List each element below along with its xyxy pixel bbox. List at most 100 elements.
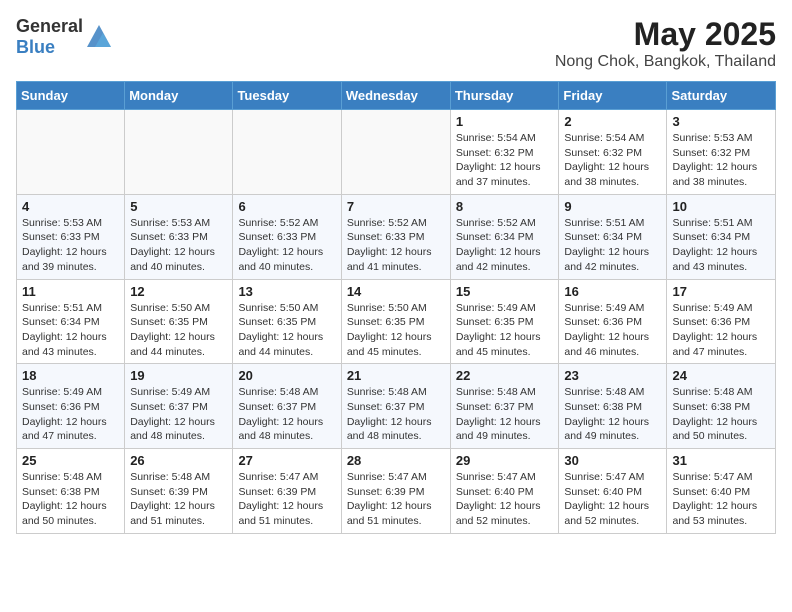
day-cell-15: 15Sunrise: 5:49 AM Sunset: 6:35 PM Dayli… <box>450 279 559 364</box>
day-number-9: 9 <box>564 199 661 214</box>
day-number-11: 11 <box>22 284 119 299</box>
logo-general: General <box>16 16 83 36</box>
day-cell-1: 1 Sunrise: 5:54 AM Sunset: 6:32 PM Daylig… <box>450 110 559 195</box>
week-row-3: 11 Sunrise: 5:51 AM Sunset: 6:34 PM Dayli… <box>17 279 776 364</box>
day-cell-24: 24 Sunrise: 5:48 AM Sunset: 6:38 PM Dayli… <box>667 364 776 449</box>
day-cell-5: 5 Sunrise: 5:53 AM Sunset: 6:33 PM Daylig… <box>125 194 233 279</box>
day-cell-25: 25 Sunrise: 5:48 AM Sunset: 6:38 PM Dayli… <box>17 449 125 534</box>
day-number-7: 7 <box>347 199 445 214</box>
day-info-16: Sunrise: 5:49 AM Sunset: 6:36 PM Dayligh… <box>564 302 649 358</box>
day-cell-7: 7 Sunrise: 5:52 AM Sunset: 6:33 PM Daylig… <box>341 194 450 279</box>
day-cell-11: 11 Sunrise: 5:51 AM Sunset: 6:34 PM Dayli… <box>17 279 125 364</box>
day-number-18: 18 <box>22 368 119 383</box>
day-info-11: Sunrise: 5:51 AM Sunset: 6:34 PM Dayligh… <box>22 302 107 358</box>
day-number-14: 14 <box>347 284 445 299</box>
day-cell-13: 13Sunrise: 5:50 AM Sunset: 6:35 PM Dayli… <box>233 279 341 364</box>
day-number-13: 13 <box>238 284 335 299</box>
weekday-header-monday: Monday <box>125 82 233 110</box>
day-info-7: Sunrise: 5:52 AM Sunset: 6:33 PM Dayligh… <box>347 217 432 273</box>
day-info-23: Sunrise: 5:48 AM Sunset: 6:38 PM Dayligh… <box>564 386 649 442</box>
day-info-15: Sunrise: 5:49 AM Sunset: 6:35 PM Dayligh… <box>456 302 541 358</box>
day-cell-8: 8 Sunrise: 5:52 AM Sunset: 6:34 PM Daylig… <box>450 194 559 279</box>
day-number-16: 16 <box>564 284 661 299</box>
page-title: May 2025 <box>555 16 776 53</box>
day-info-20: Sunrise: 5:48 AM Sunset: 6:37 PM Dayligh… <box>238 386 323 442</box>
day-number-23: 23 <box>564 368 661 383</box>
day-cell-31: 31 Sunrise: 5:47 AM Sunset: 6:40 PM Dayli… <box>667 449 776 534</box>
day-cell-28: 28 Sunrise: 5:47 AM Sunset: 6:39 PM Dayli… <box>341 449 450 534</box>
day-number-19: 19 <box>130 368 227 383</box>
day-info-24: Sunrise: 5:48 AM Sunset: 6:38 PM Dayligh… <box>672 386 757 442</box>
day-info-27: Sunrise: 5:47 AM Sunset: 6:39 PM Dayligh… <box>238 471 323 527</box>
day-info-14: Sunrise: 5:50 AM Sunset: 6:35 PM Dayligh… <box>347 302 432 358</box>
day-number-3: 3 <box>672 114 770 129</box>
day-cell-19: 19 Sunrise: 5:49 AM Sunset: 6:37 PM Dayli… <box>125 364 233 449</box>
day-number-21: 21 <box>347 368 445 383</box>
day-number-5: 5 <box>130 199 227 214</box>
day-cell-23: 23 Sunrise: 5:48 AM Sunset: 6:38 PM Dayli… <box>559 364 667 449</box>
day-info-3: Sunrise: 5:53 AM Sunset: 6:32 PM Dayligh… <box>672 132 757 188</box>
weekday-header-saturday: Saturday <box>667 82 776 110</box>
empty-cell <box>17 110 125 195</box>
week-row-4: 18 Sunrise: 5:49 AM Sunset: 6:36 PM Dayli… <box>17 364 776 449</box>
day-cell-4: 4 Sunrise: 5:53 AM Sunset: 6:33 PM Daylig… <box>17 194 125 279</box>
day-number-4: 4 <box>22 199 119 214</box>
day-cell-2: 2 Sunrise: 5:54 AM Sunset: 6:32 PM Daylig… <box>559 110 667 195</box>
day-number-20: 20 <box>238 368 335 383</box>
day-info-10: Sunrise: 5:51 AM Sunset: 6:34 PM Dayligh… <box>672 217 757 273</box>
title-block: May 2025 Nong Chok, Bangkok, Thailand <box>555 16 776 71</box>
day-number-28: 28 <box>347 453 445 468</box>
day-info-1: Sunrise: 5:54 AM Sunset: 6:32 PM Dayligh… <box>456 132 541 188</box>
day-number-27: 27 <box>238 453 335 468</box>
weekday-header-wednesday: Wednesday <box>341 82 450 110</box>
day-number-8: 8 <box>456 199 554 214</box>
week-row-2: 4 Sunrise: 5:53 AM Sunset: 6:33 PM Daylig… <box>17 194 776 279</box>
day-number-31: 31 <box>672 453 770 468</box>
day-cell-27: 27 Sunrise: 5:47 AM Sunset: 6:39 PM Dayli… <box>233 449 341 534</box>
day-cell-22: 22Sunrise: 5:48 AM Sunset: 6:37 PM Dayli… <box>450 364 559 449</box>
day-number-2: 2 <box>564 114 661 129</box>
day-cell-3: 3 Sunrise: 5:53 AM Sunset: 6:32 PM Daylig… <box>667 110 776 195</box>
week-row-1: 1 Sunrise: 5:54 AM Sunset: 6:32 PM Daylig… <box>17 110 776 195</box>
day-number-12: 12 <box>130 284 227 299</box>
weekday-header-sunday: Sunday <box>17 82 125 110</box>
day-cell-12: 12 Sunrise: 5:50 AM Sunset: 6:35 PM Dayli… <box>125 279 233 364</box>
weekday-header-friday: Friday <box>559 82 667 110</box>
day-info-6: Sunrise: 5:52 AM Sunset: 6:33 PM Dayligh… <box>238 217 323 273</box>
page-header: General Blue May 2025 Nong Chok, Bangkok… <box>16 16 776 71</box>
day-cell-16: 16 Sunrise: 5:49 AM Sunset: 6:36 PM Dayli… <box>559 279 667 364</box>
day-number-29: 29 <box>456 453 554 468</box>
day-info-30: Sunrise: 5:47 AM Sunset: 6:40 PM Dayligh… <box>564 471 649 527</box>
day-number-24: 24 <box>672 368 770 383</box>
day-cell-14: 14 Sunrise: 5:50 AM Sunset: 6:35 PM Dayli… <box>341 279 450 364</box>
day-info-2: Sunrise: 5:54 AM Sunset: 6:32 PM Dayligh… <box>564 132 649 188</box>
day-number-1: 1 <box>456 114 554 129</box>
logo-icon <box>85 23 113 51</box>
day-info-22: Sunrise: 5:48 AM Sunset: 6:37 PM Dayligh… <box>456 386 541 442</box>
day-number-25: 25 <box>22 453 119 468</box>
day-info-17: Sunrise: 5:49 AM Sunset: 6:36 PM Dayligh… <box>672 302 757 358</box>
weekday-header-row: SundayMondayTuesdayWednesdayThursdayFrid… <box>17 82 776 110</box>
day-info-19: Sunrise: 5:49 AM Sunset: 6:37 PM Dayligh… <box>130 386 215 442</box>
day-cell-17: 17 Sunrise: 5:49 AM Sunset: 6:36 PM Dayli… <box>667 279 776 364</box>
day-info-21: Sunrise: 5:48 AM Sunset: 6:37 PM Dayligh… <box>347 386 432 442</box>
day-cell-6: 6Sunrise: 5:52 AM Sunset: 6:33 PM Daylig… <box>233 194 341 279</box>
day-info-18: Sunrise: 5:49 AM Sunset: 6:36 PM Dayligh… <box>22 386 107 442</box>
day-info-12: Sunrise: 5:50 AM Sunset: 6:35 PM Dayligh… <box>130 302 215 358</box>
day-info-26: Sunrise: 5:48 AM Sunset: 6:39 PM Dayligh… <box>130 471 215 527</box>
day-cell-10: 10Sunrise: 5:51 AM Sunset: 6:34 PM Dayli… <box>667 194 776 279</box>
day-cell-30: 30Sunrise: 5:47 AM Sunset: 6:40 PM Dayli… <box>559 449 667 534</box>
day-cell-18: 18 Sunrise: 5:49 AM Sunset: 6:36 PM Dayli… <box>17 364 125 449</box>
day-info-25: Sunrise: 5:48 AM Sunset: 6:38 PM Dayligh… <box>22 471 107 527</box>
day-cell-20: 20 Sunrise: 5:48 AM Sunset: 6:37 PM Dayli… <box>233 364 341 449</box>
day-info-8: Sunrise: 5:52 AM Sunset: 6:34 PM Dayligh… <box>456 217 541 273</box>
day-info-5: Sunrise: 5:53 AM Sunset: 6:33 PM Dayligh… <box>130 217 215 273</box>
day-info-4: Sunrise: 5:53 AM Sunset: 6:33 PM Dayligh… <box>22 217 107 273</box>
day-number-17: 17 <box>672 284 770 299</box>
day-info-31: Sunrise: 5:47 AM Sunset: 6:40 PM Dayligh… <box>672 471 757 527</box>
day-info-28: Sunrise: 5:47 AM Sunset: 6:39 PM Dayligh… <box>347 471 432 527</box>
day-info-29: Sunrise: 5:47 AM Sunset: 6:40 PM Dayligh… <box>456 471 541 527</box>
day-info-9: Sunrise: 5:51 AM Sunset: 6:34 PM Dayligh… <box>564 217 649 273</box>
day-cell-9: 9 Sunrise: 5:51 AM Sunset: 6:34 PM Daylig… <box>559 194 667 279</box>
calendar-table: SundayMondayTuesdayWednesdayThursdayFrid… <box>16 81 776 534</box>
